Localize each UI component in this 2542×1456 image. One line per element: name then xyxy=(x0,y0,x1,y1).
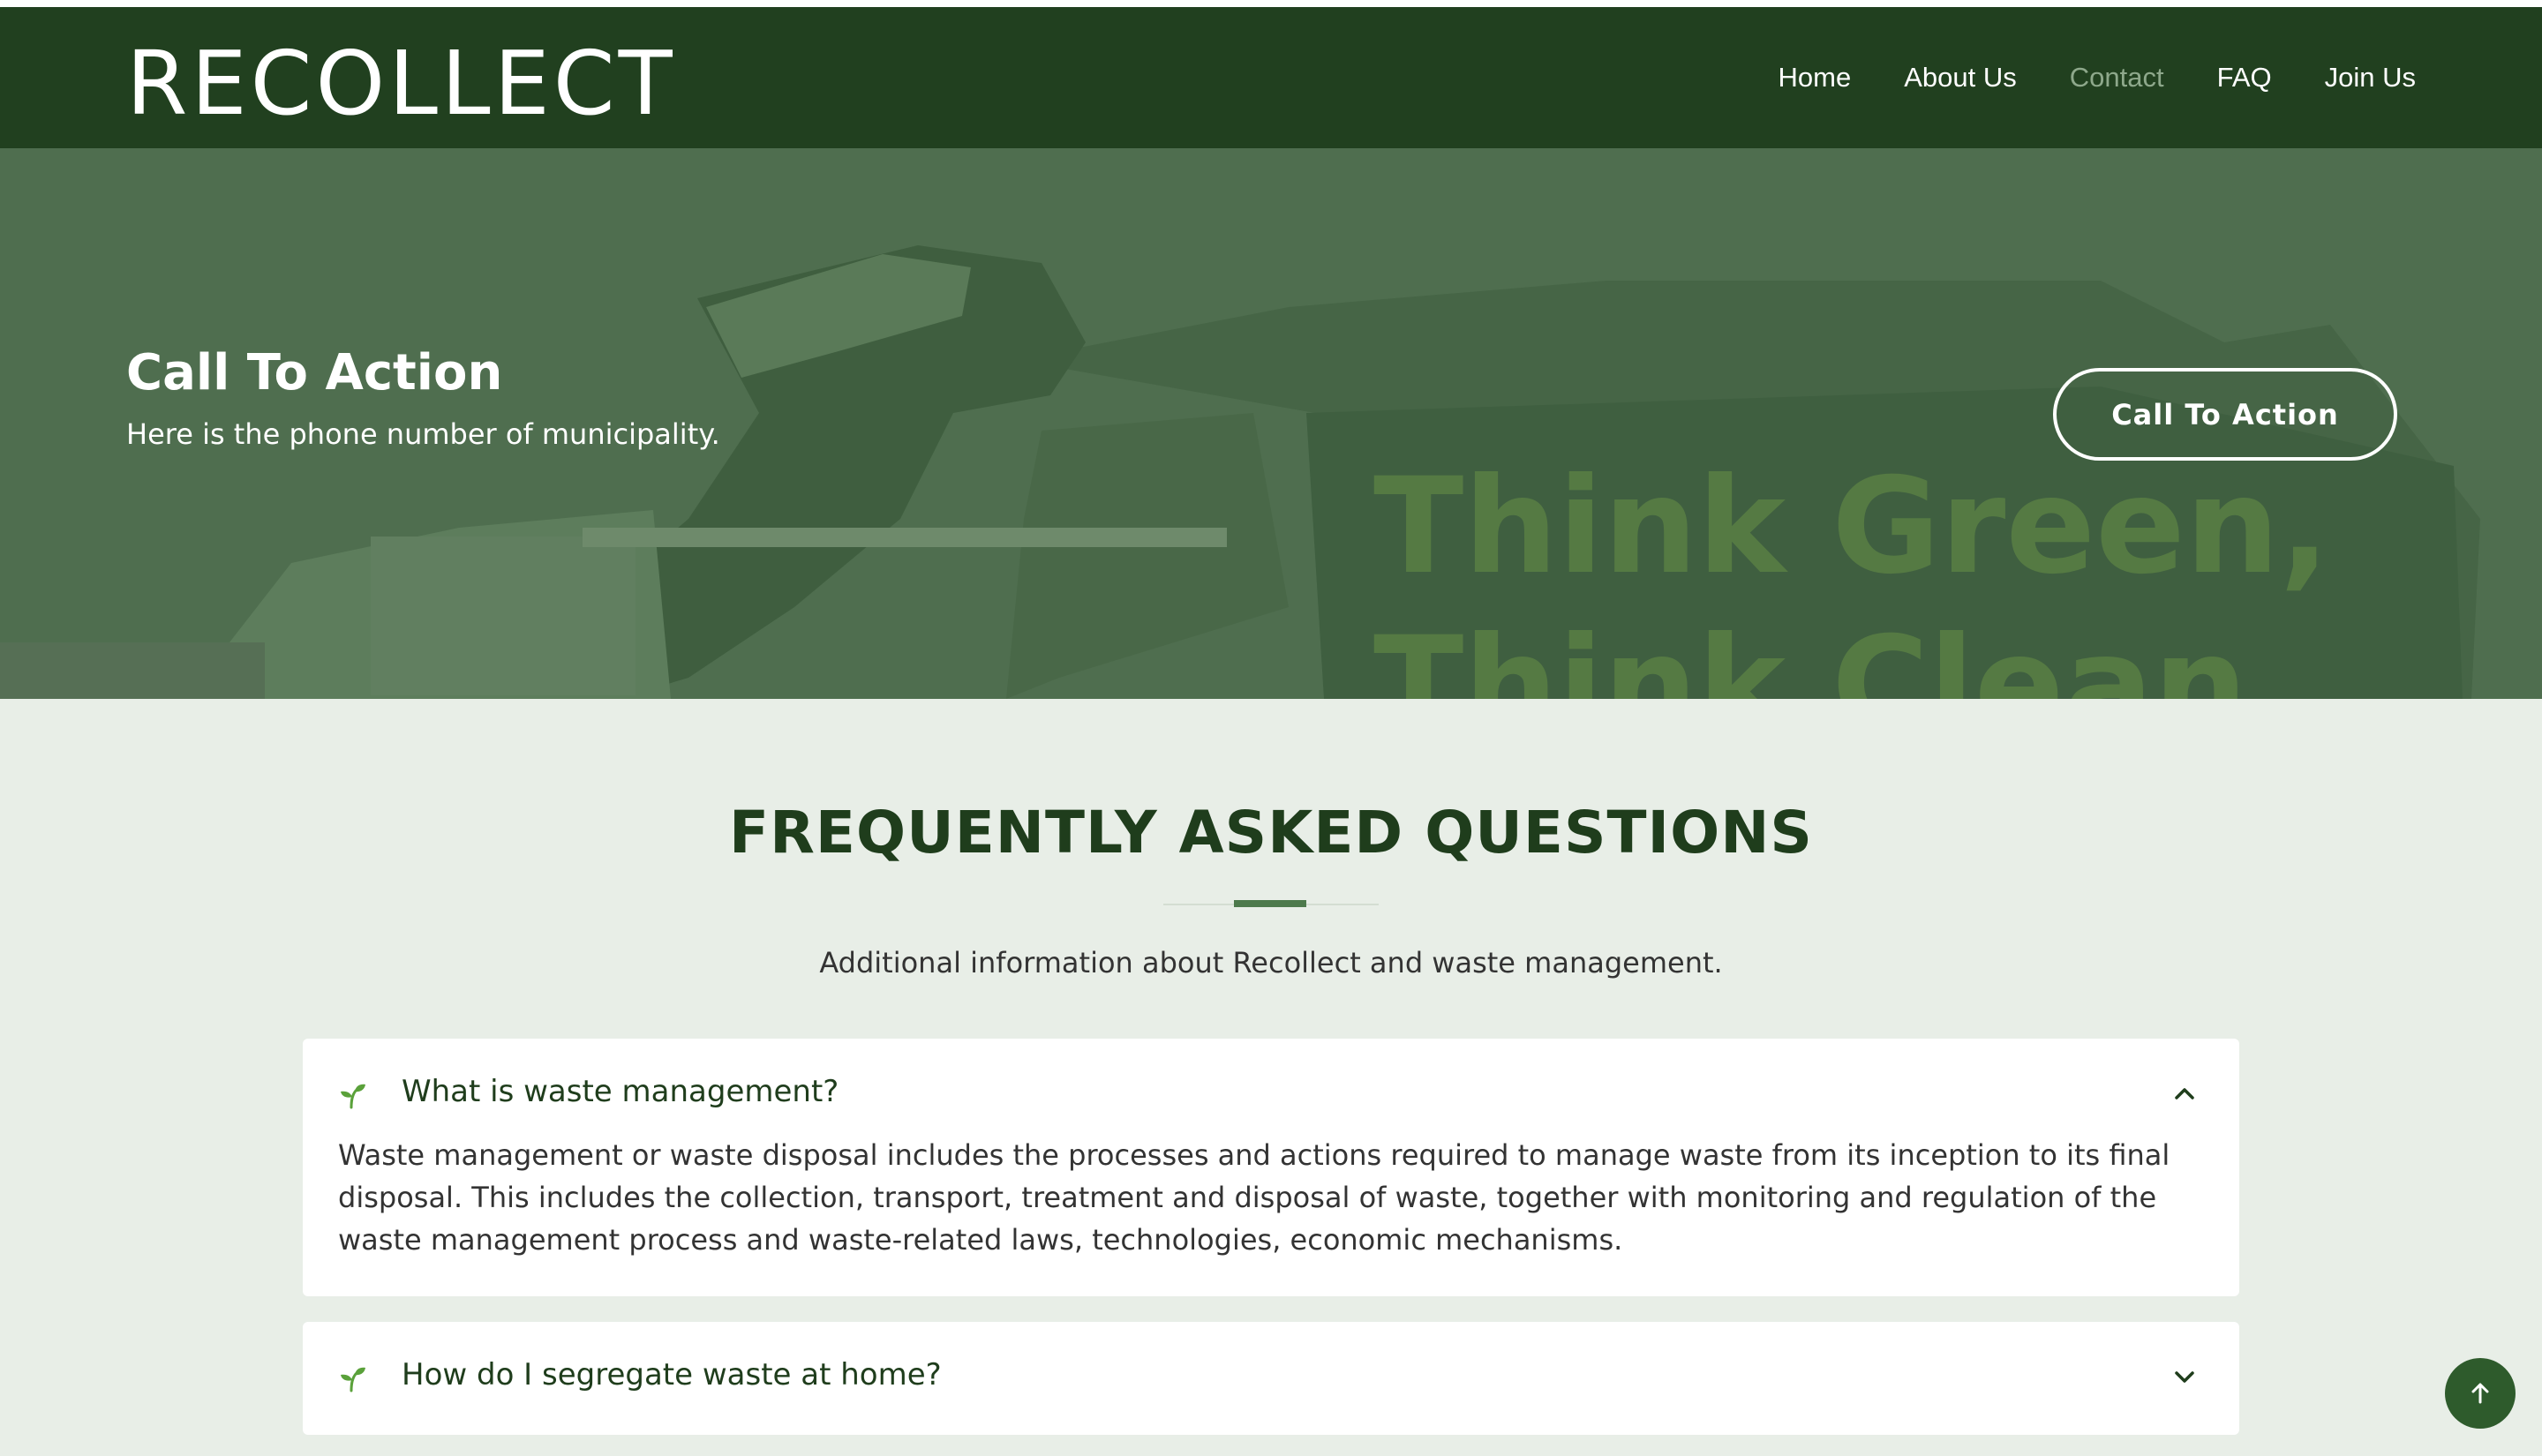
nav-faq[interactable]: FAQ xyxy=(2217,7,2272,148)
top-strip xyxy=(0,0,2542,7)
call-to-action-hero: Think Green, Think Clean Call To Action … xyxy=(0,148,2542,699)
chevron-up-icon[interactable] xyxy=(2170,1079,2199,1107)
truck-slogan-line-1: Think Green, xyxy=(1373,450,2330,604)
faq-subtitle: Additional information about Recollect a… xyxy=(819,946,1723,979)
truck-slogan-line-2: Think Clean xyxy=(1373,609,2248,699)
faq-item: What is waste management? Waste manageme… xyxy=(303,1039,2239,1296)
sprout-icon xyxy=(341,1367,365,1392)
sprout-icon xyxy=(341,1084,365,1109)
arrow-up-icon xyxy=(2471,1383,2489,1404)
nav-about-us[interactable]: About Us xyxy=(1904,7,2017,148)
hero-subtitle: Here is the phone number of municipality… xyxy=(126,417,720,451)
call-to-action-button[interactable]: Call To Action xyxy=(2053,368,2397,461)
chevron-down-icon[interactable] xyxy=(2170,1362,2199,1391)
nav-home[interactable]: Home xyxy=(1779,7,1852,148)
faq-question-toggle[interactable]: How do I segregate waste at home? xyxy=(303,1322,2239,1435)
back-to-top-button[interactable] xyxy=(2445,1358,2516,1429)
faq-answer: Waste management or waste disposal inclu… xyxy=(338,1138,2170,1257)
nav-join-us[interactable]: Join Us xyxy=(2325,7,2416,148)
site-header: RECOLLECT Home About Us Contact FAQ Join… xyxy=(0,7,2542,148)
faq-question: What is waste management? xyxy=(402,1074,839,1109)
nav-contact[interactable]: Contact xyxy=(2070,7,2164,148)
site-logo[interactable]: RECOLLECT xyxy=(126,26,676,141)
faq-question-toggle[interactable]: What is waste management? xyxy=(303,1039,2239,1148)
hero-title: Call To Action xyxy=(126,344,503,402)
faq-divider-accent xyxy=(1234,900,1306,907)
faq-question: How do I segregate waste at home? xyxy=(402,1357,942,1392)
main-nav: Home About Us Contact FAQ Join Us xyxy=(1726,7,2416,148)
faq-item: How do I segregate waste at home? xyxy=(303,1322,2239,1435)
faq-title: FREQUENTLY ASKED QUESTIONS xyxy=(729,799,1813,867)
